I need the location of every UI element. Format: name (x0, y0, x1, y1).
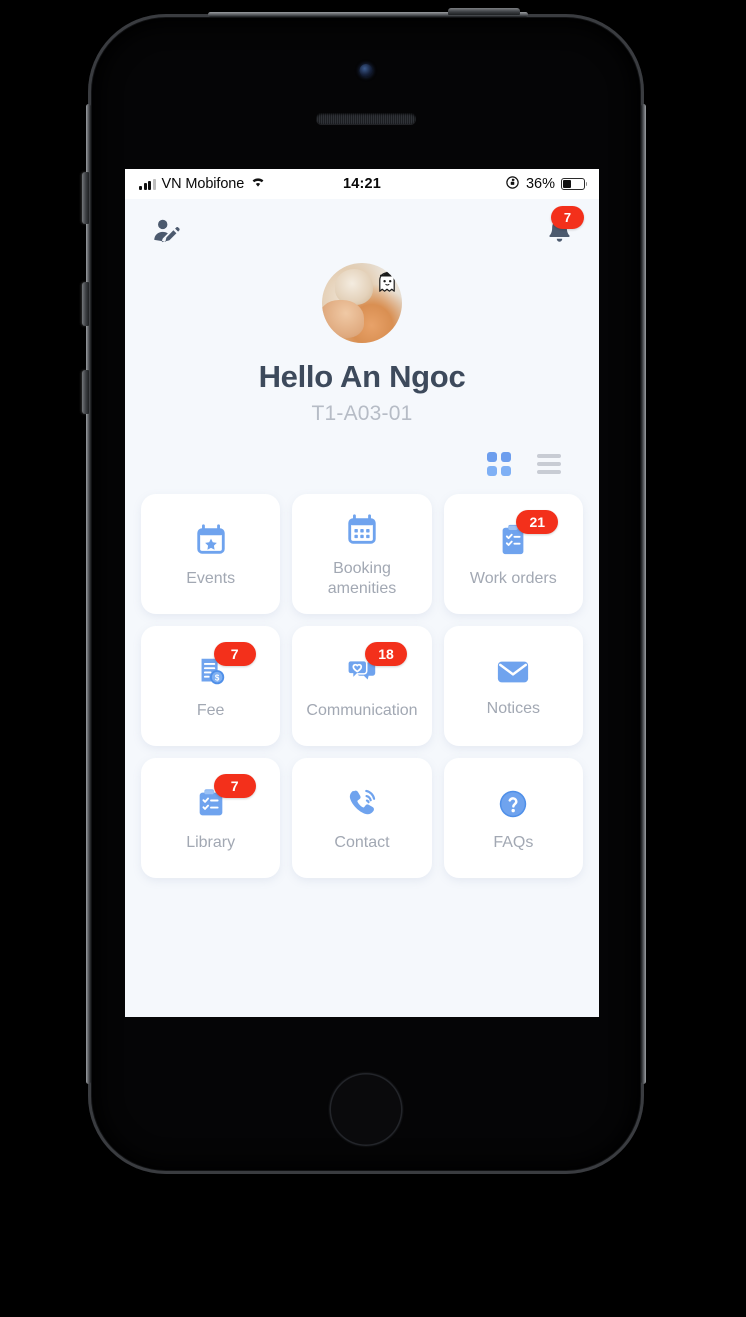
tile-label: Work orders (469, 569, 557, 587)
notification-bell-button[interactable]: 7 (546, 205, 584, 246)
tile-label: Events (186, 569, 236, 587)
volume-up-button[interactable] (82, 282, 89, 326)
tile-events[interactable]: Events (141, 494, 281, 614)
tile-contact[interactable]: Contact (292, 758, 432, 878)
tile-label: Contact (334, 833, 390, 851)
tile-work-orders[interactable]: 21 Work orders (443, 494, 583, 614)
avatar-container (125, 263, 599, 343)
tile-fee[interactable]: $ 7 Fee (141, 626, 281, 746)
grid-view-icon[interactable] (487, 452, 511, 476)
battery-icon (561, 178, 588, 190)
ghost-sticker-icon (379, 269, 395, 292)
tile-label-line-2: amenities (327, 580, 397, 597)
status-bar-right: 36% (505, 175, 588, 194)
notification-badge: 7 (551, 205, 584, 229)
avatar[interactable] (322, 263, 402, 343)
tile-booking-amenities[interactable]: Booking amenities (292, 494, 432, 614)
status-bar: VN Mobifone 14:21 36% (125, 169, 599, 199)
battery-percent: 36% (525, 176, 555, 192)
question-circle-icon (496, 787, 530, 821)
tile-badge: 7 (213, 773, 256, 798)
app-top-bar: 7 (125, 199, 599, 257)
tile-label: Notices (486, 699, 540, 717)
device-rim-left (86, 104, 91, 1084)
tile-label: Library (186, 833, 236, 851)
carrier-name: VN Mobifone (161, 176, 245, 192)
tile-label: Fee (196, 701, 225, 719)
tile-communication[interactable]: 18 Communication (292, 626, 432, 746)
envelope-icon (496, 657, 530, 687)
list-view-icon[interactable] (537, 454, 561, 474)
calendar-grid-icon (345, 513, 379, 547)
tile-library[interactable]: 7 Library (141, 758, 281, 878)
front-camera-icon (359, 64, 373, 77)
phone-ring-icon (345, 787, 379, 821)
chat-heart-icon: 18 (345, 641, 407, 689)
phone-device: VN Mobifone 14:21 36% 7 Hello An Ngoc T1… (82, 8, 646, 1174)
signal-bars-icon (139, 178, 156, 190)
avatar-photo-detail-2 (322, 299, 364, 339)
profile-edit-icon[interactable] (151, 216, 181, 246)
view-toggle-group (125, 452, 599, 476)
tile-badge: 7 (213, 641, 256, 666)
svg-text:$: $ (215, 673, 220, 682)
phone-screen: VN Mobifone 14:21 36% 7 Hello An Ngoc T1… (125, 169, 599, 1017)
earpiece-speaker (316, 113, 416, 124)
tile-label-line-1: Booking (333, 559, 391, 577)
tile-notices[interactable]: Notices (443, 626, 583, 746)
clipboard-check-icon: 21 (496, 509, 559, 557)
menu-tile-grid: Events Booking amenities 21 Work orders … (125, 476, 599, 900)
clipboard-list-icon: 7 (194, 773, 256, 821)
invoice-dollar-icon: $ 7 (194, 641, 256, 689)
unit-code: T1-A03-01 (311, 402, 413, 425)
volume-down-button[interactable] (82, 370, 89, 414)
home-button[interactable] (329, 1073, 403, 1146)
mute-switch-button[interactable] (82, 172, 89, 224)
tile-label: Communication (306, 701, 418, 719)
tile-faqs[interactable]: FAQs (443, 758, 583, 878)
device-rim-right (641, 104, 646, 1084)
tile-label: FAQs (493, 833, 534, 851)
power-button[interactable] (448, 8, 520, 15)
tile-badge: 21 (516, 509, 559, 534)
status-bar-left: VN Mobifone (139, 176, 266, 192)
calendar-star-icon (194, 523, 228, 557)
tile-badge: 18 (364, 641, 407, 666)
rotation-lock-icon (505, 175, 520, 194)
tile-label: Booking amenities (328, 559, 396, 600)
greeting-title: Hello An Ngoc (258, 359, 466, 394)
wifi-icon (250, 176, 266, 192)
